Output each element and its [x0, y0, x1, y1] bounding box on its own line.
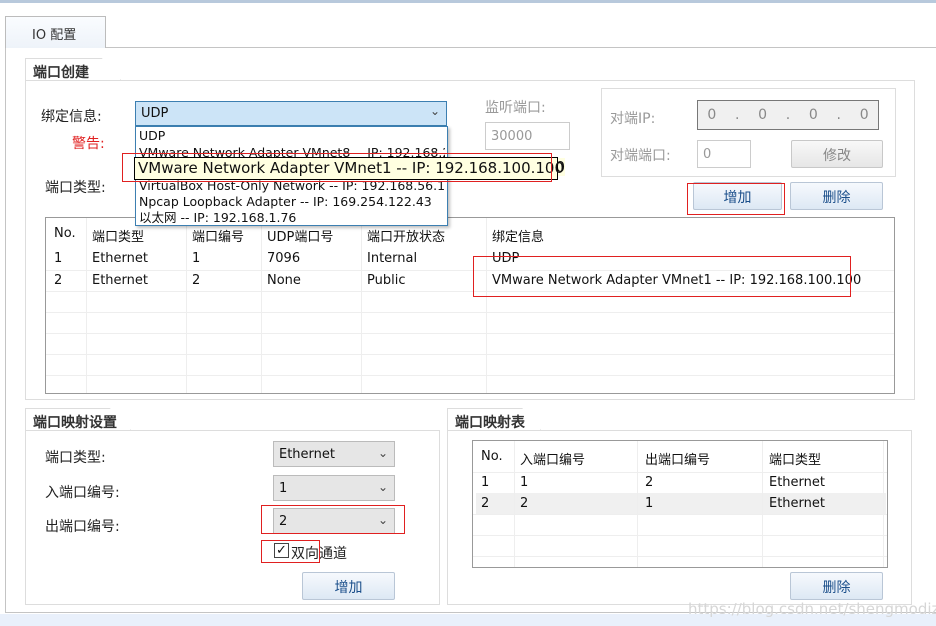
- col-header[interactable]: 绑定信息: [492, 226, 544, 245]
- delete-port-button[interactable]: 删除: [790, 182, 883, 210]
- dropdown-option[interactable]: 以太网 -- IP: 192.168.1.76: [139, 210, 296, 226]
- col-header[interactable]: 端口类型: [769, 449, 821, 468]
- warning-label: 警告:: [72, 136, 105, 152]
- peer-port-label: 对端端口:: [610, 148, 671, 164]
- ip-octet: 0: [808, 107, 818, 123]
- ip-octet: 0: [758, 107, 768, 123]
- dropdown-option[interactable]: UDP: [139, 128, 165, 144]
- in-port-label: 入端口编号:: [45, 485, 120, 501]
- ip-octet: 0: [707, 107, 717, 123]
- peer-ip-label: 对端IP:: [610, 111, 656, 127]
- col-header[interactable]: 端口开放状态: [367, 226, 445, 245]
- chevron-down-icon: ⌄: [377, 446, 388, 460]
- bind-dropdown-list: UDP VMware Network Adapter VMnet8 -- IP:…: [135, 126, 566, 226]
- tab-io-config[interactable]: IO 配置: [5, 16, 106, 48]
- col-header[interactable]: UDP端口号: [267, 226, 333, 245]
- ip-dot: .: [836, 107, 841, 123]
- cell: Ethernet: [769, 475, 825, 490]
- cell: 1: [192, 251, 201, 266]
- col-header[interactable]: 入端口编号: [520, 449, 585, 468]
- select-value: 1: [279, 481, 288, 496]
- cell: 2: [645, 475, 654, 490]
- cell: 2: [192, 273, 201, 288]
- chevron-down-icon: ⌄: [377, 513, 388, 527]
- out-port-select[interactable]: 2 ⌄: [273, 508, 395, 534]
- dropdown-option-hovered[interactable]: VMware Network Adapter VMnet1 -- IP: 192…: [139, 158, 566, 176]
- window-top-border: [0, 0, 936, 3]
- listen-port-label: 监听端口:: [485, 100, 546, 116]
- cell: Ethernet: [769, 496, 825, 511]
- col-header[interactable]: No.: [481, 449, 503, 464]
- cell: 2: [54, 273, 63, 288]
- cell: Public: [367, 273, 406, 288]
- add-mapping-button[interactable]: 增加: [302, 572, 395, 600]
- cell: 2: [520, 496, 529, 511]
- bidirectional-checkbox[interactable]: ✓: [274, 543, 289, 558]
- modify-button[interactable]: 修改: [791, 140, 883, 168]
- col-header[interactable]: 端口编号: [192, 226, 244, 245]
- select-value: Ethernet: [279, 447, 335, 462]
- out-port-label: 出端口编号:: [45, 519, 120, 535]
- peer-port-input[interactable]: 0: [697, 140, 751, 168]
- port-table: No. 端口类型 端口编号 UDP端口号 端口开放状态 绑定信息 1 Ether…: [45, 217, 895, 394]
- ip-dot: .: [785, 107, 791, 123]
- chevron-down-icon: ⌄: [377, 480, 388, 494]
- chevron-down-icon: ⌄: [429, 104, 440, 118]
- cell: 1: [520, 475, 529, 490]
- ip-octet: 0: [859, 107, 869, 123]
- cell: Internal: [367, 251, 418, 266]
- cell: VMware Network Adapter VMnet1 -- IP: 192…: [492, 273, 862, 288]
- cell: 7096: [267, 251, 301, 266]
- add-port-button[interactable]: 增加: [693, 182, 782, 210]
- delete-mapping-button[interactable]: 删除: [790, 572, 883, 600]
- bind-combo-value: UDP: [141, 106, 169, 121]
- dropdown-option[interactable]: VirtualBox Host-Only Network -- IP: 192.…: [139, 178, 445, 194]
- mapping-table: No. 入端口编号 出端口编号 端口类型 1 1 2 Ethernet 2 2 …: [472, 440, 888, 568]
- map-port-type-select[interactable]: Ethernet ⌄: [273, 441, 395, 467]
- cell: Ethernet: [92, 273, 148, 288]
- dropdown-option[interactable]: Npcap Loopback Adapter -- IP: 169.254.12…: [139, 194, 432, 210]
- cell: None: [267, 273, 301, 288]
- checkmark-icon: ✓: [276, 543, 287, 558]
- select-value: 2: [279, 514, 288, 529]
- col-header[interactable]: No.: [54, 226, 76, 241]
- watermark: https://blog.csdn.net/shengmodizu: [688, 600, 936, 618]
- in-port-select[interactable]: 1 ⌄: [273, 475, 395, 501]
- peer-ip-field[interactable]: 0. 0. 0. 0: [697, 100, 879, 130]
- cell: 1: [481, 475, 490, 490]
- cell: 1: [54, 251, 63, 266]
- port-type-label: 端口类型:: [45, 180, 106, 196]
- listen-port-input[interactable]: 30000: [485, 122, 570, 150]
- ip-dot: .: [734, 107, 740, 123]
- cell: Ethernet: [92, 251, 148, 266]
- col-header[interactable]: 端口类型: [92, 226, 144, 245]
- col-header[interactable]: 出端口编号: [645, 449, 710, 468]
- bidirectional-label: 双向通道: [291, 546, 347, 562]
- bind-combo[interactable]: UDP ⌄: [135, 101, 447, 126]
- cell: UDP: [492, 251, 520, 266]
- map-port-type-label: 端口类型:: [45, 450, 106, 466]
- cell: 1: [645, 496, 654, 511]
- cell: 2: [481, 496, 490, 511]
- bind-label: 绑定信息:: [41, 109, 102, 125]
